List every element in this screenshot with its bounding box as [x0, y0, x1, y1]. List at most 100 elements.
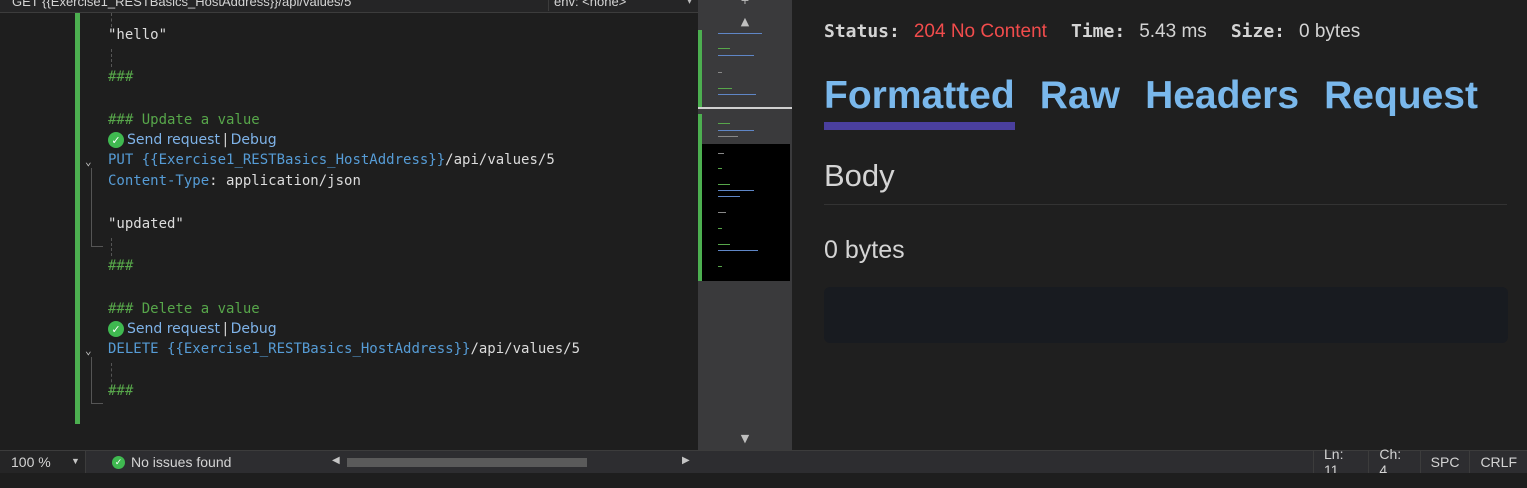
environment-selector[interactable]: env: <none> ▾	[548, 0, 696, 11]
minimap-line	[718, 48, 730, 49]
http-file-editor[interactable]: "hello" ### ### Update a value ✓ Send re…	[0, 13, 698, 450]
minimap-region	[698, 30, 790, 108]
chevron-down-icon: ▾	[686, 0, 692, 7]
minimap-line	[718, 153, 724, 154]
zoom-level: 100 %	[11, 454, 51, 470]
code-line-request: PUT {{Exercise1_RESTBasics_HostAddress}}…	[108, 152, 555, 168]
response-panel: Status: 204 No Content Time: 5.43 ms Size:…	[792, 0, 1527, 450]
host-variable: {{Exercise1_RESTBasics_HostAddress}}	[167, 341, 471, 357]
request-path: /api/values/5	[470, 341, 581, 357]
response-summary: Status: 204 No Content Time: 5.43 ms Size:…	[824, 20, 1378, 43]
request-path: /api/values/5	[445, 152, 555, 168]
minimap-line	[718, 130, 754, 131]
host-variable: {{Exercise1_RESTBasics_HostAddress}}	[141, 152, 446, 168]
send-request-link[interactable]: Send request	[127, 321, 220, 337]
code-line-header: Content-Type: application/json	[108, 173, 361, 189]
issues-indicator[interactable]: ✓ No issues found	[112, 454, 231, 470]
time-label: Time:	[1071, 21, 1126, 42]
codelens-delete: ✓ Send request | Debug	[108, 321, 277, 337]
check-circle-icon: ✓	[108, 132, 124, 148]
indent-guide	[111, 238, 112, 256]
scroll-down-arrow-icon[interactable]: ▼	[698, 430, 792, 448]
codelens-separator: |	[222, 321, 228, 337]
fold-chevron-icon[interactable]: ⌄	[85, 344, 92, 357]
minimap-line	[718, 123, 730, 124]
minimap-line	[718, 55, 754, 56]
tab-formatted[interactable]: Formatted	[824, 74, 1015, 130]
check-circle-icon: ✓	[108, 321, 124, 337]
cursor-info: Ln: 11 Ch: 4 SPC CRLF	[1313, 446, 1527, 478]
code-line-separator: ###	[108, 69, 134, 85]
status-label: Status:	[824, 21, 900, 42]
minimap-line	[718, 196, 740, 197]
minimap-line	[718, 212, 726, 213]
minimap-line	[718, 88, 732, 89]
minimap-viewport[interactable]	[698, 144, 790, 281]
divider	[824, 204, 1507, 205]
body-size: 0 bytes	[824, 236, 905, 264]
code-line-comment: ### Update a value	[108, 112, 260, 128]
size-value: 0 bytes	[1299, 21, 1361, 42]
indent-guide	[111, 49, 112, 67]
code-line-request: DELETE {{Exercise1_RESTBasics_HostAddres…	[108, 341, 580, 357]
zoom-selector[interactable]: 100 % ▼	[0, 451, 86, 473]
line-number[interactable]: Ln: 11	[1313, 446, 1368, 478]
change-margin-indicator	[75, 13, 80, 424]
char-number[interactable]: Ch: 4	[1368, 446, 1419, 478]
line-ending[interactable]: CRLF	[1469, 451, 1527, 473]
editor-status-bar: 100 % ▼ ✓ No issues found ◀ ▶ Ln: 11 Ch:…	[0, 446, 1527, 478]
minimap-line	[718, 72, 722, 73]
scroll-up-arrow-icon[interactable]: ▲	[698, 13, 792, 31]
minimap-line	[718, 250, 758, 251]
debug-link[interactable]: Debug	[231, 132, 277, 148]
minimap-line	[718, 266, 722, 267]
code-line-comment: ### Delete a value	[108, 301, 260, 317]
codelens-separator: |	[222, 132, 228, 148]
http-method: PUT	[108, 152, 134, 168]
status-value: 204 No Content	[913, 21, 1047, 42]
bottom-panel-edge	[0, 473, 1527, 488]
tab-headers[interactable]: Headers	[1145, 74, 1299, 122]
fold-guide-end	[91, 403, 103, 404]
indent-mode[interactable]: SPC	[1419, 451, 1470, 473]
minimap-change-marker	[698, 114, 702, 144]
minimap-change-marker	[698, 144, 702, 281]
body-heading: Body	[824, 158, 895, 193]
fold-chevron-icon[interactable]: ⌄	[85, 155, 92, 168]
send-request-link[interactable]: Send request	[127, 132, 220, 148]
code-line-separator: ###	[108, 258, 134, 274]
minimap-line	[718, 228, 722, 229]
codelens-update: ✓ Send request | Debug	[108, 132, 277, 148]
minimap-line	[718, 244, 730, 245]
add-icon[interactable]: +	[698, 0, 792, 10]
tab-request[interactable]: Request	[1324, 74, 1478, 122]
horizontal-scrollbar[interactable]: ◀ ▶	[332, 454, 692, 470]
header-value: : application/json	[209, 173, 361, 189]
debug-link[interactable]: Debug	[231, 321, 277, 337]
header-name: Content-Type	[108, 173, 210, 189]
fold-guide	[91, 357, 92, 403]
scroll-left-arrow-icon[interactable]: ◀	[332, 455, 340, 466]
minimap-line	[718, 33, 762, 34]
minimap-region	[698, 114, 790, 144]
response-body-box[interactable]	[824, 287, 1508, 343]
request-selector[interactable]: GET {{Exercise1_RESTBasics_HostAddress}}…	[12, 0, 351, 9]
check-circle-icon: ✓	[112, 455, 125, 469]
chevron-down-icon: ▼	[71, 456, 80, 466]
issues-text: No issues found	[131, 454, 232, 470]
indent-guide	[111, 13, 112, 27]
fold-guide-end	[91, 246, 103, 247]
scrollbar-thumb[interactable]	[347, 458, 587, 467]
minimap[interactable]: + ▲ ▼	[698, 0, 792, 450]
minimap-line	[718, 136, 738, 137]
tab-raw[interactable]: Raw	[1040, 74, 1120, 122]
minimap-change-marker	[698, 30, 702, 108]
scroll-right-arrow-icon[interactable]: ▶	[682, 455, 690, 466]
time-value: 5.43 ms	[1139, 21, 1207, 42]
response-tabs: Formatted Raw Headers Request	[824, 74, 1498, 130]
code-line: "hello"	[108, 27, 168, 43]
fold-guide	[91, 168, 92, 246]
minimap-line	[718, 184, 730, 185]
minimap-line	[718, 94, 756, 95]
code-line: "updated"	[108, 216, 184, 232]
